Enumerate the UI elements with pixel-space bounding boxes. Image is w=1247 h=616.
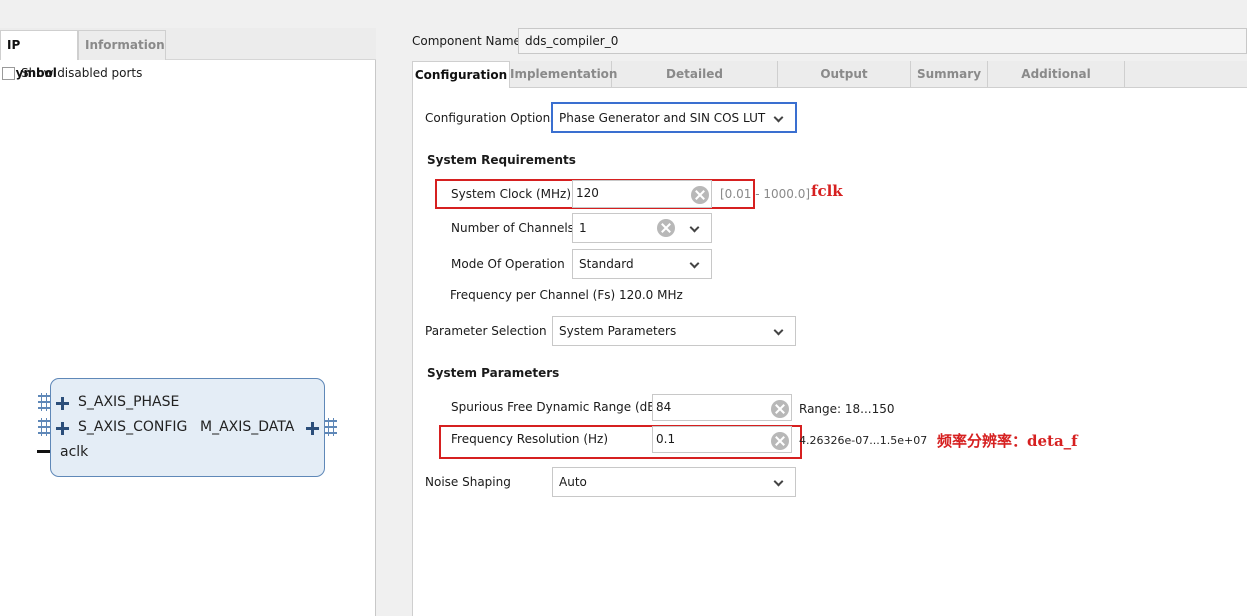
port-s-axis-config: S_AXIS_CONFIG <box>78 419 188 435</box>
port-s-axis-phase: S_AXIS_PHASE <box>78 394 180 410</box>
mode-of-operation-value: Standard <box>579 257 634 271</box>
channels-label: Number of Channels <box>451 221 574 235</box>
channels-select[interactable]: 1 <box>572 213 712 243</box>
frequency-resolution-value: 0.1 <box>656 432 676 446</box>
ip-symbol-panel: IP Symbol Information Show disabled port… <box>0 28 376 616</box>
channels-value: 1 <box>579 221 587 235</box>
clear-icon[interactable] <box>657 219 675 237</box>
chevron-down-icon <box>773 325 784 336</box>
bus-interface-icon <box>38 393 50 411</box>
parameter-selection-select[interactable]: System Parameters <box>552 316 796 346</box>
system-clock-range: [0.01 - 1000.0] <box>720 187 811 201</box>
sfdr-input[interactable]: 84 <box>652 394 792 421</box>
clear-icon[interactable] <box>691 186 709 204</box>
show-disabled-ports-label: Show disabled ports <box>21 66 143 80</box>
tab-output-frequencies[interactable]: Output Frequencies <box>778 61 911 108</box>
frequency-resolution-input[interactable]: 0.1 <box>652 426 792 453</box>
system-requirements-title: System Requirements <box>427 153 576 167</box>
configuration-options-value: Phase Generator and SIN COS LUT <box>559 111 766 125</box>
configuration-tab-content: Configuration Options Phase Generator an… <box>412 88 1247 616</box>
bus-interface-icon <box>38 418 50 436</box>
system-parameters-title: System Parameters <box>427 366 560 380</box>
port-m-axis-data: M_AXIS_DATA <box>200 419 295 435</box>
chevron-down-icon <box>689 258 700 269</box>
clear-icon[interactable] <box>771 432 789 450</box>
component-name-label: Component Name <box>412 34 521 48</box>
sfdr-label: Spurious Free Dynamic Range (dB) <box>451 400 661 414</box>
noise-shaping-label: Noise Shaping <box>425 475 511 489</box>
dds-compiler-ip-block[interactable]: S_AXIS_PHASE S_AXIS_CONFIG M_AXIS_DATA a… <box>50 378 325 477</box>
aclk-wire <box>37 450 51 453</box>
system-clock-input[interactable]: 120 <box>572 180 712 208</box>
tab-implementation[interactable]: Implementation <box>510 61 617 88</box>
expand-plus-icon[interactable] <box>306 422 319 435</box>
clear-icon[interactable] <box>771 400 789 418</box>
annotation-fclk: fclk <box>811 182 843 200</box>
noise-shaping-select[interactable]: Auto <box>552 467 796 497</box>
frequency-per-channel: Frequency per Channel (Fs) 120.0 MHz <box>450 288 683 302</box>
tab-additional-summary[interactable]: Additional Summary <box>988 61 1125 108</box>
chevron-down-icon <box>773 112 784 123</box>
tab-detailed-implementation[interactable]: Detailed Implementation <box>612 61 778 108</box>
tab-configuration[interactable]: Configuration <box>412 61 510 89</box>
tab-information[interactable]: Information <box>78 30 166 60</box>
expand-plus-icon[interactable] <box>56 422 69 435</box>
system-clock-value: 120 <box>576 186 599 200</box>
system-clock-label: System Clock (MHz) <box>451 187 572 201</box>
show-disabled-ports-checkbox[interactable] <box>2 67 15 80</box>
left-tab-bar: IP Symbol Information <box>0 28 376 80</box>
configuration-options-label: Configuration Options <box>425 111 557 125</box>
mode-of-operation-label: Mode Of Operation <box>451 257 565 271</box>
tab-summary[interactable]: Summary <box>911 61 988 88</box>
sfdr-range: Range: 18...150 <box>799 402 895 416</box>
parameter-selection-value: System Parameters <box>559 324 677 338</box>
config-tab-bar: Configuration Implementation Detailed Im… <box>412 61 1247 108</box>
annotation-frequency-resolution: 频率分辨率：deta_f <box>937 432 1078 450</box>
expand-plus-icon[interactable] <box>56 397 69 410</box>
chevron-down-icon <box>689 222 700 233</box>
frequency-resolution-range: 4.26326e-07...1.5e+07 <box>799 434 928 447</box>
frequency-resolution-label: Frequency Resolution (Hz) <box>451 432 609 446</box>
tab-ip-symbol[interactable]: IP Symbol <box>0 30 78 80</box>
parameter-selection-label: Parameter Selection <box>425 324 547 338</box>
component-name-field[interactable]: dds_compiler_0 <box>518 28 1247 54</box>
port-aclk: aclk <box>60 444 89 460</box>
mode-of-operation-select[interactable]: Standard <box>572 249 712 279</box>
sfdr-value: 84 <box>656 400 672 414</box>
noise-shaping-value: Auto <box>559 475 587 489</box>
bus-interface-icon <box>325 418 337 436</box>
configuration-options-select[interactable]: Phase Generator and SIN COS LUT <box>551 102 797 133</box>
chevron-down-icon <box>773 476 784 487</box>
configuration-panel: Component Name dds_compiler_0 Configurat… <box>412 28 1247 616</box>
